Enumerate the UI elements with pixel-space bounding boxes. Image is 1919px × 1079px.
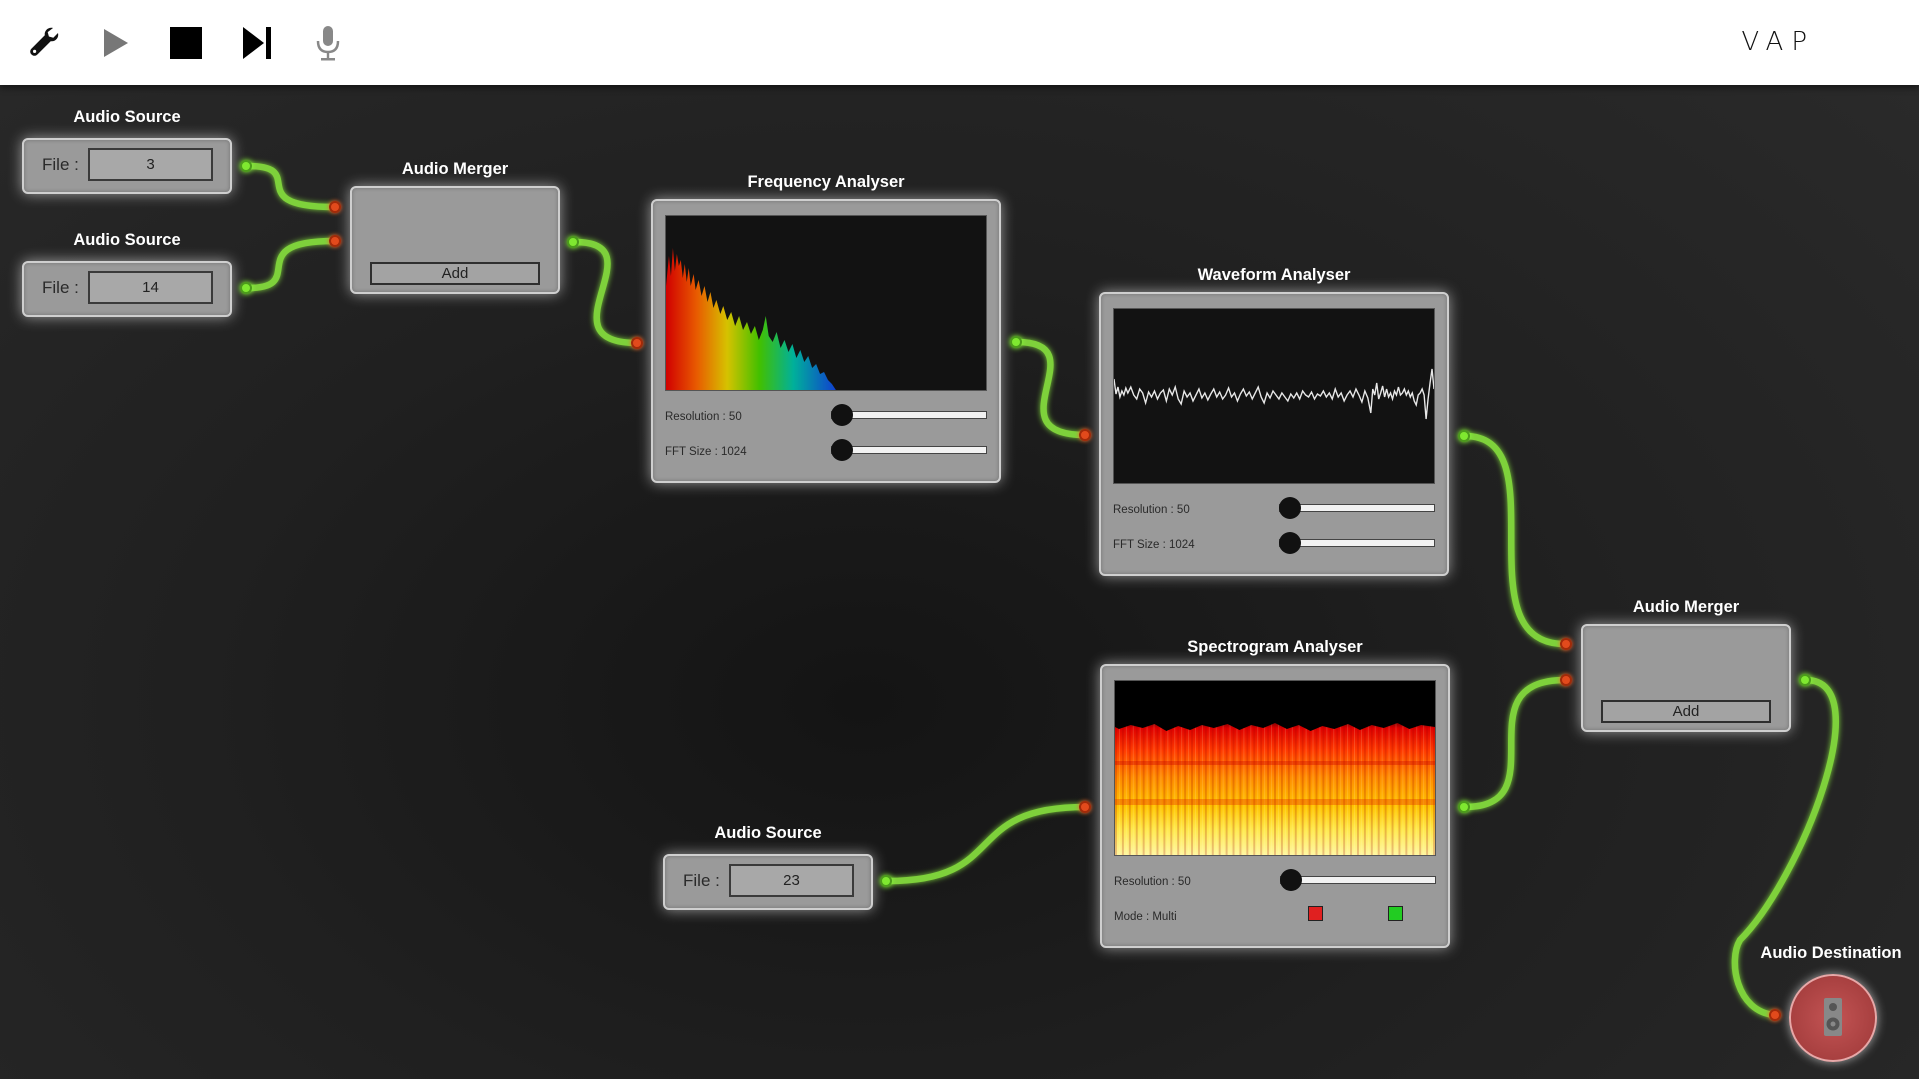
wire-source3-spectro [884, 803, 1089, 885]
microphone-icon [316, 26, 340, 61]
fft-size-label: FFT Size : 1024 [1113, 539, 1195, 551]
spectro-input-port[interactable] [1079, 801, 1091, 813]
wire-spectro-merger2 [1461, 676, 1569, 811]
audio-merger-node-2[interactable]: Audio Merger Add [1581, 598, 1791, 732]
node-title: Audio Source [73, 231, 181, 249]
audio-destination-button[interactable] [1789, 974, 1877, 1062]
waveform-display [1113, 308, 1435, 484]
app-brand: VAP [1741, 27, 1815, 57]
source3-output-port[interactable] [880, 875, 892, 887]
source1-output-port[interactable] [240, 160, 252, 172]
file-label: File : [683, 871, 720, 890]
node-title: Audio Merger [401, 160, 509, 178]
spectro-output-port[interactable] [1458, 801, 1470, 813]
merger1-input-port-2[interactable] [329, 235, 341, 247]
wave-output-port[interactable] [1458, 430, 1470, 442]
audio-source-node-3[interactable]: Audio Source File : [663, 824, 873, 910]
node-title: Audio Source [73, 108, 181, 126]
file-input[interactable] [88, 271, 213, 304]
skip-next-icon [243, 27, 271, 59]
fft-size-slider[interactable] [831, 439, 987, 461]
connection-wires [244, 162, 1839, 1019]
slider-thumb[interactable] [831, 439, 853, 461]
node-title: Frequency Analyser [747, 173, 905, 191]
speaker-icon [1824, 998, 1842, 1036]
resolution-slider[interactable] [1280, 869, 1436, 891]
merger2-output-port[interactable] [1799, 674, 1811, 686]
skip-next-button[interactable] [234, 20, 280, 66]
node-title: Waveform Analyser [1197, 266, 1351, 284]
wire-source2-merger1 [244, 237, 338, 292]
frequency-spectrum-display [665, 215, 987, 391]
destination-input-port[interactable] [1769, 1009, 1781, 1021]
source2-output-port[interactable] [240, 282, 252, 294]
merger1-input-port-1[interactable] [329, 201, 341, 213]
add-input-button[interactable]: Add [1601, 700, 1771, 723]
wave-input-port[interactable] [1079, 429, 1091, 441]
wire-source1-merger1 [244, 162, 338, 211]
resolution-label: Resolution : 50 [665, 411, 742, 423]
wire-freq-wave [1013, 338, 1089, 439]
stop-button[interactable] [163, 20, 209, 66]
play-button[interactable] [92, 20, 138, 66]
wire-wave-merger2 [1461, 432, 1569, 648]
waveform-analyser-node[interactable]: Waveform Analyser Resolution : 50 FFT Si… [1099, 266, 1449, 576]
slider-thumb[interactable] [1279, 497, 1301, 519]
stop-icon [170, 27, 202, 59]
mode-green-swatch[interactable] [1388, 906, 1403, 921]
resolution-slider[interactable] [1279, 497, 1435, 519]
fft-size-label: FFT Size : 1024 [665, 446, 747, 458]
audio-source-node-2[interactable]: Audio Source File : [22, 231, 232, 317]
merger2-input-port-1[interactable] [1560, 638, 1572, 650]
spectrogram-display [1114, 680, 1436, 856]
freq-output-port[interactable] [1010, 336, 1022, 348]
node-title: Spectrogram Analyser [1187, 638, 1363, 656]
wire-merger1-freq [571, 238, 641, 347]
file-label: File : [42, 278, 79, 297]
audio-source-node-1[interactable]: Audio Source File : [22, 108, 232, 194]
merger2-input-port-2[interactable] [1560, 674, 1572, 686]
mode-label: Mode : Multi [1114, 911, 1177, 923]
file-input[interactable] [729, 864, 854, 897]
audio-merger-node-1[interactable]: Audio Merger Add [350, 160, 560, 294]
slider-thumb[interactable] [1279, 532, 1301, 554]
play-icon [104, 29, 128, 57]
toolbar: VAP [0, 0, 1919, 85]
fft-size-slider[interactable] [1279, 532, 1435, 554]
resolution-label: Resolution : 50 [1113, 504, 1190, 516]
freq-input-port[interactable] [631, 337, 643, 349]
wrench-icon [30, 27, 59, 56]
frequency-analyser-node[interactable]: Frequency Analyser Resolution : 50 FFT S… [651, 173, 1001, 483]
node-title: Audio Merger [1632, 598, 1740, 616]
add-input-button[interactable]: Add [370, 262, 540, 285]
file-input[interactable] [88, 148, 213, 181]
slider-thumb[interactable] [1280, 869, 1302, 891]
audio-destination-node[interactable]: Audio Destination [1751, 944, 1911, 1070]
resolution-slider[interactable] [831, 404, 987, 426]
settings-button[interactable] [22, 20, 68, 66]
merger1-output-port[interactable] [567, 236, 579, 248]
microphone-button[interactable] [305, 20, 351, 66]
spectrogram-analyser-node[interactable]: Spectrogram Analyser Resolution: 50 Mod… [1100, 638, 1450, 948]
resolution-label: Resolution : 50 [1114, 876, 1191, 888]
node-title: Audio Destination [1760, 944, 1902, 962]
slider-thumb[interactable] [831, 404, 853, 426]
file-label: File : [42, 155, 79, 174]
mode-red-swatch[interactable] [1308, 906, 1323, 921]
node-title: Audio Source [714, 824, 822, 842]
